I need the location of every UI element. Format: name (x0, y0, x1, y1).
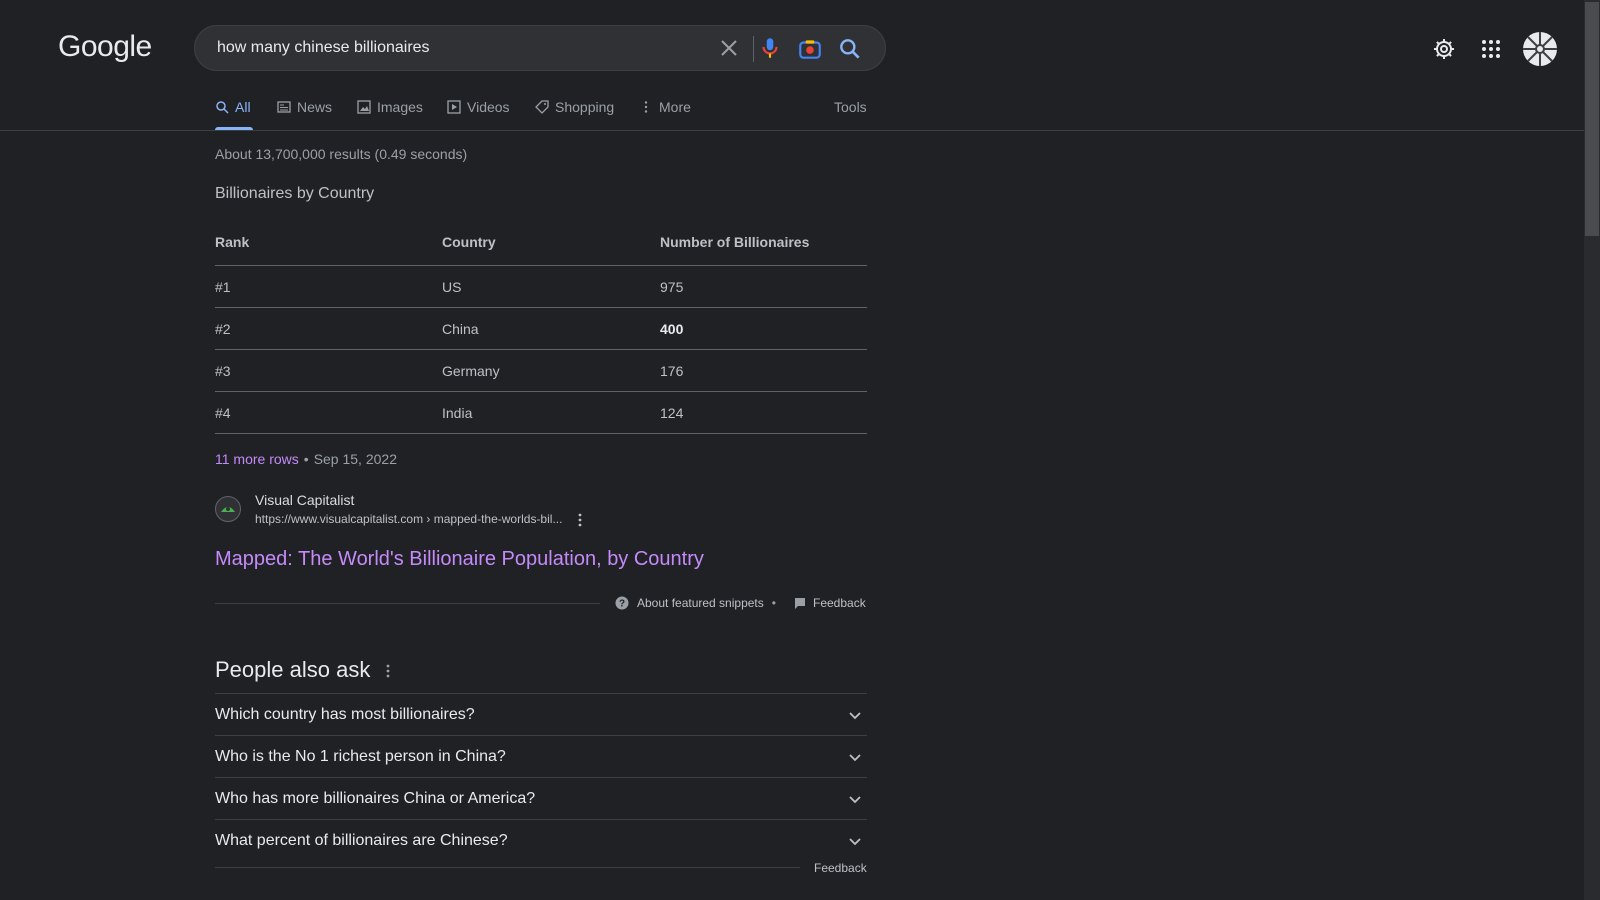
paa-question[interactable]: Which country has most billionaires? (215, 693, 867, 735)
help-icon: ? (615, 596, 629, 610)
table-bottom-border (215, 433, 867, 434)
chevron-down-icon (849, 712, 861, 720)
cell-rank: #3 (215, 363, 231, 379)
source-name[interactable]: Visual Capitalist (255, 492, 354, 508)
news-icon (277, 101, 291, 113)
people-also-ask-title: People also ask (215, 657, 371, 682)
snippet-title: Billionaires by Country (215, 185, 375, 202)
result-title-link[interactable]: Mapped: The World's Billionaire Populati… (215, 548, 704, 571)
more-vertical-icon (644, 101, 648, 113)
microphone-icon[interactable] (757, 35, 783, 61)
cell-count: 176 (660, 363, 684, 379)
tab-label: Shopping (555, 99, 615, 115)
cell-rank: #4 (215, 405, 231, 421)
feedback-label: Feedback (813, 596, 866, 610)
results-stats: About 13,700,000 results (0.49 seconds) (215, 146, 468, 162)
tab-label: News (297, 99, 333, 115)
snippet-divider (215, 603, 600, 604)
column-header-country: Country (442, 234, 496, 250)
separator-dot: • (771, 596, 776, 610)
cell-count: 124 (660, 405, 684, 421)
tab-label: Images (377, 99, 423, 115)
separator-dot: • (303, 451, 309, 467)
tab-news[interactable]: News (277, 99, 332, 115)
source-url[interactable]: https://www.visualcapitalist.com › mappe… (255, 512, 562, 526)
paa-question[interactable]: Who has more billionaires China or Ameri… (215, 777, 867, 819)
cell-rank: #2 (215, 321, 231, 337)
cell-country: US (442, 279, 462, 295)
tab-images[interactable]: Images (357, 99, 423, 115)
paa-question-text: What percent of billionaires are Chinese… (215, 832, 508, 849)
tag-icon (535, 100, 549, 114)
avatar-pattern-icon (1523, 32, 1557, 66)
search-box[interactable]: how many chinese billionaires (194, 25, 886, 71)
image-icon (357, 100, 371, 114)
cell-count-highlighted: 400 (660, 321, 684, 337)
cell-rank: #1 (215, 279, 231, 295)
column-header-rank: Rank (215, 234, 250, 250)
more-options-icon[interactable] (383, 663, 393, 679)
more-options-icon[interactable] (575, 512, 585, 528)
paa-question-text: Which country has most billionaires? (215, 706, 475, 723)
cell-country: Germany (442, 363, 500, 379)
paa-question-text: Who is the No 1 richest person in China? (215, 748, 506, 765)
cell-country: China (442, 321, 479, 337)
tools-button[interactable]: Tools (834, 99, 867, 115)
chevron-down-icon (849, 796, 861, 804)
column-header-billionaires: Number of Billionaires (660, 234, 810, 250)
about-featured-snippets[interactable]: ? About featured snippets • (615, 596, 776, 610)
search-icon (216, 101, 229, 114)
paa-question[interactable]: Who is the No 1 richest person in China? (215, 735, 867, 777)
snippet-feedback[interactable]: Feedback (793, 596, 866, 610)
more-rows-link[interactable]: 11 more rows (215, 451, 299, 467)
google-logo[interactable]: Google (58, 30, 152, 64)
snippet-date: Sep 15, 2022 (313, 451, 397, 467)
camera-icon[interactable] (797, 36, 823, 62)
tab-more[interactable]: More (639, 99, 691, 115)
settings-gear-icon[interactable] (1432, 37, 1456, 61)
tab-videos[interactable]: Videos (447, 99, 510, 115)
header-divider (0, 130, 1584, 131)
tab-label: All (235, 99, 251, 115)
table-row: #1 US 975 (215, 265, 867, 307)
tab-shopping[interactable]: Shopping (535, 99, 614, 115)
paa-divider (215, 867, 800, 868)
cell-count: 975 (660, 279, 684, 295)
tab-all[interactable]: All (215, 99, 251, 115)
video-icon (447, 100, 461, 114)
table-row: #3 Germany 176 (215, 349, 867, 391)
table-row: #4 India 124 (215, 391, 867, 433)
scrollbar-thumb[interactable] (1585, 2, 1599, 236)
paa-question[interactable]: What percent of billionaires are Chinese… (215, 819, 867, 861)
tab-label: Videos (467, 99, 510, 115)
chevron-down-icon (849, 754, 861, 762)
paa-question-text: Who has more billionaires China or Ameri… (215, 790, 536, 807)
source-favicon[interactable] (215, 496, 241, 522)
account-avatar[interactable] (1523, 32, 1557, 66)
about-snippets-label: About featured snippets (637, 596, 764, 610)
feedback-flag-icon (795, 598, 805, 609)
apps-grid-icon[interactable] (1479, 37, 1503, 61)
chevron-down-icon (849, 838, 861, 846)
clear-icon[interactable] (717, 36, 741, 60)
table-row: #2 China 400 (215, 307, 867, 349)
search-divider (753, 36, 754, 62)
paa-feedback[interactable]: Feedback (814, 861, 867, 875)
more-rows-line: 11 more rows • Sep 15, 2022 (215, 451, 397, 467)
search-input[interactable]: how many chinese billionaires (217, 39, 430, 57)
visual-capitalist-logo-icon (221, 507, 235, 512)
cell-country: India (442, 405, 473, 421)
search-icon[interactable] (837, 36, 863, 62)
tab-label: More (659, 99, 691, 115)
svg-text:?: ? (619, 599, 625, 610)
